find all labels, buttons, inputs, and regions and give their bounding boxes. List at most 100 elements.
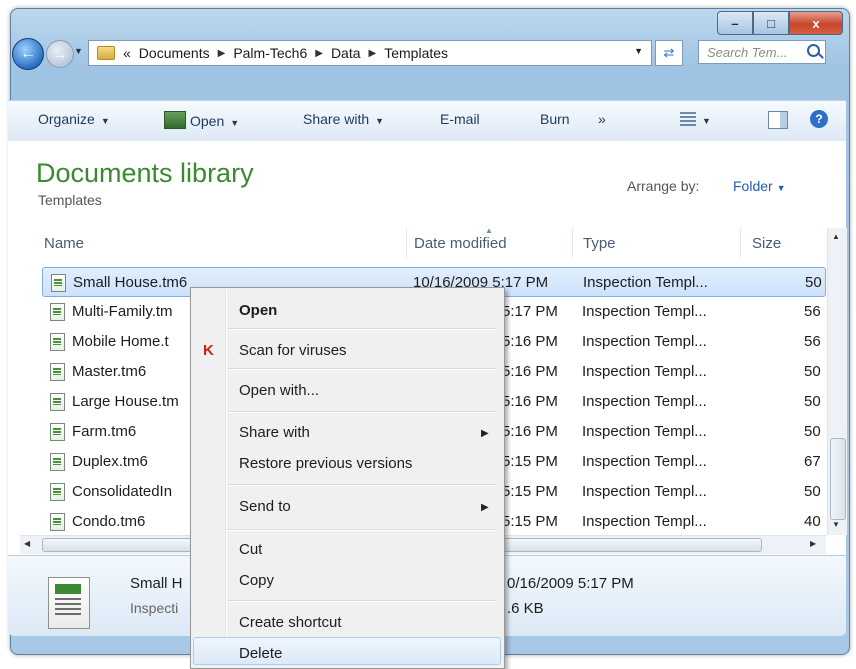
vertical-scroll-thumb[interactable] <box>830 438 846 520</box>
column-divider[interactable] <box>740 228 741 258</box>
menu-separator <box>227 484 497 486</box>
file-name: Multi-Family.tm <box>72 303 173 320</box>
menu-separator <box>227 600 497 602</box>
file-type: Inspection Templ... <box>582 513 707 530</box>
menu-item-open[interactable]: Open <box>239 302 277 319</box>
command-bar: Organize ▼ Open ▼ Share with ▼ E-mail Burn … <box>8 100 846 142</box>
maximize-button[interactable]: □ <box>753 11 789 35</box>
breadcrumb-separator-icon[interactable]: ▶ <box>218 48 226 59</box>
template-file-icon <box>50 483 65 501</box>
menu-separator <box>227 368 497 370</box>
scroll-right-icon[interactable]: ▶ <box>810 539 816 548</box>
chevron-down-icon: ▼ <box>230 118 240 128</box>
address-dropdown-icon[interactable]: ▼ <box>634 46 643 56</box>
menu-item-delete[interactable]: Delete <box>239 645 282 662</box>
folder-icon <box>97 46 115 60</box>
template-file-icon <box>50 513 65 531</box>
arrange-by-dropdown[interactable]: Folder ▼ <box>733 178 786 194</box>
scroll-up-icon[interactable]: ▲ <box>832 232 840 241</box>
file-size: 50 <box>804 423 821 440</box>
column-divider[interactable] <box>572 228 573 258</box>
search-input[interactable]: Search Tem... <box>698 40 826 64</box>
menu-icon-gutter <box>225 290 227 666</box>
file-size: 56 <box>804 303 821 320</box>
preview-pane-icon[interactable] <box>768 111 788 129</box>
file-name: Mobile Home.t <box>72 333 169 350</box>
file-type: Inspection Templ... <box>582 453 707 470</box>
breadcrumb-documents[interactable]: Documents <box>139 45 210 61</box>
recent-pages-dropdown[interactable]: ▼ <box>74 46 83 56</box>
organize-label: Organize <box>38 111 95 127</box>
close-button[interactable]: x <box>789 11 843 35</box>
column-divider[interactable] <box>406 228 407 258</box>
views-icon <box>680 112 696 126</box>
file-date: 5:15 PM <box>502 453 558 470</box>
menu-item-share-with[interactable]: Share with <box>239 424 310 441</box>
breadcrumb-separator-icon[interactable]: ▶ <box>315 48 323 59</box>
vertical-scrollbar[interactable]: ▲ ▼ <box>827 228 847 535</box>
submenu-arrow-icon: ▶ <box>481 428 489 439</box>
column-header-size[interactable]: Size <box>752 228 781 258</box>
breadcrumb-palm-tech6[interactable]: Palm-Tech6 <box>233 45 307 61</box>
share-with-label: Share with <box>303 111 370 127</box>
more-commands-button[interactable]: » <box>598 111 606 127</box>
menu-item-cut[interactable]: Cut <box>239 541 262 558</box>
context-menu: Open K Scan for viruses Open with... Sha… <box>190 287 505 669</box>
open-app-icon <box>164 111 186 129</box>
file-name: ConsolidatedIn <box>72 483 173 500</box>
column-header-type[interactable]: Type <box>583 228 616 258</box>
file-name: Duplex.tm6 <box>72 453 148 470</box>
file-name: Large House.tm <box>72 393 179 410</box>
email-button[interactable]: E-mail <box>440 111 480 127</box>
column-header-date[interactable]: Date modified <box>414 228 507 258</box>
file-date: 5:16 PM <box>502 393 558 410</box>
breadcrumb-overflow[interactable]: « <box>123 45 131 61</box>
burn-button[interactable]: Burn <box>540 111 570 127</box>
organize-button[interactable]: Organize ▼ <box>38 111 110 127</box>
template-file-icon <box>50 423 65 441</box>
file-name: Small House.tm6 <box>73 274 188 291</box>
forward-button[interactable]: → <box>46 40 74 68</box>
search-icon[interactable] <box>807 44 820 57</box>
details-file-name: Small H <box>130 575 183 592</box>
file-size: 50 <box>804 483 821 500</box>
file-size: 50 <box>805 274 822 291</box>
open-button[interactable]: Open ▼ <box>164 111 239 129</box>
arrange-by-label: Arrange by: <box>627 178 700 194</box>
share-with-button[interactable]: Share with ▼ <box>303 111 384 127</box>
file-size: 50 <box>804 393 821 410</box>
caption-buttons: – □ x <box>717 11 843 35</box>
help-icon[interactable]: ? <box>810 110 828 128</box>
chevron-down-icon: ▼ <box>100 116 110 126</box>
menu-item-send-to[interactable]: Send to <box>239 498 291 515</box>
file-date: 5:16 PM <box>502 423 558 440</box>
file-type: Inspection Templ... <box>582 483 707 500</box>
breadcrumb-data[interactable]: Data <box>331 45 361 61</box>
minimize-button[interactable]: – <box>717 11 753 35</box>
file-type: Inspection Templ... <box>582 393 707 410</box>
submenu-arrow-icon: ▶ <box>481 502 489 513</box>
scroll-down-icon[interactable]: ▼ <box>832 520 840 529</box>
chevron-down-icon: ▼ <box>375 116 385 126</box>
address-bar[interactable]: « Documents ▶ Palm-Tech6 ▶ Data ▶ Templa… <box>88 40 652 66</box>
template-file-icon <box>50 333 65 351</box>
views-button[interactable]: ▼ <box>680 111 711 127</box>
menu-item-restore-previous-versions[interactable]: Restore previous versions <box>239 455 412 472</box>
breadcrumb-separator-icon[interactable]: ▶ <box>369 48 377 59</box>
file-size: 50 <box>804 363 821 380</box>
library-subtitle: Templates <box>38 192 102 208</box>
column-header-name[interactable]: Name <box>44 228 84 258</box>
menu-item-create-shortcut[interactable]: Create shortcut <box>239 614 342 631</box>
breadcrumb-templates[interactable]: Templates <box>384 45 448 61</box>
refresh-button[interactable]: ⇄ <box>655 40 683 66</box>
details-date-modified: 0/16/2009 5:17 PM <box>507 575 634 592</box>
menu-item-scan-for-viruses[interactable]: Scan for viruses <box>239 342 347 359</box>
open-label: Open <box>190 113 225 129</box>
menu-item-copy[interactable]: Copy <box>239 572 274 589</box>
back-button[interactable]: ← <box>12 38 44 70</box>
scroll-left-icon[interactable]: ◀ <box>24 539 30 548</box>
menu-item-open-with[interactable]: Open with... <box>239 382 319 399</box>
file-type: Inspection Templ... <box>582 333 707 350</box>
kaspersky-icon: K <box>203 342 214 359</box>
file-type: Inspection Templ... <box>582 363 707 380</box>
